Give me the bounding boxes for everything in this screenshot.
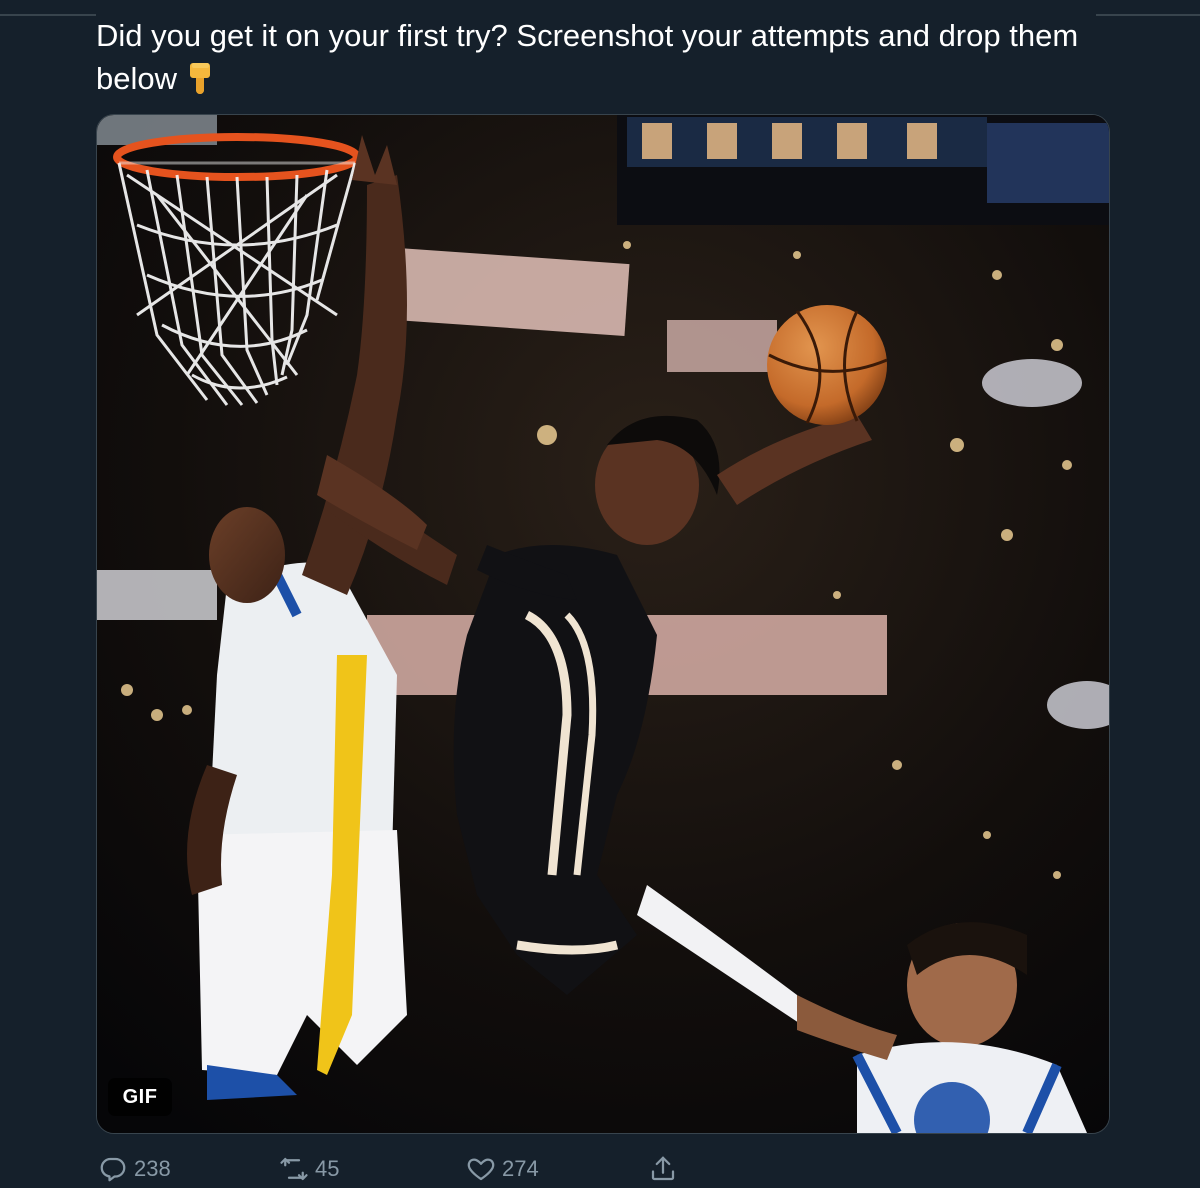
reply-button[interactable]: 238 [98,1150,171,1188]
tweet-text: Did you get it on your first try? Screen… [96,12,1096,100]
share-button[interactable] [648,1150,684,1188]
pointing-down-emoji-icon [190,63,210,94]
tweet-media[interactable] [96,114,1110,1134]
reply-count: 238 [134,1156,171,1181]
gif-badge: GIF [108,1078,172,1116]
like-count: 274 [502,1156,539,1181]
tweet-body: Did you get it on your first try? Screen… [96,18,1079,96]
retweet-count: 45 [315,1156,340,1181]
retweet-icon [280,1157,308,1181]
like-button[interactable]: 274 [466,1150,539,1188]
basketball-dunk-image [97,115,1109,1133]
tweet-actions: 238 45 274 [96,1150,1108,1188]
retweet-button[interactable]: 45 [279,1150,339,1188]
heart-icon [467,1158,495,1181]
share-icon [651,1156,675,1181]
reply-icon [100,1157,126,1182]
